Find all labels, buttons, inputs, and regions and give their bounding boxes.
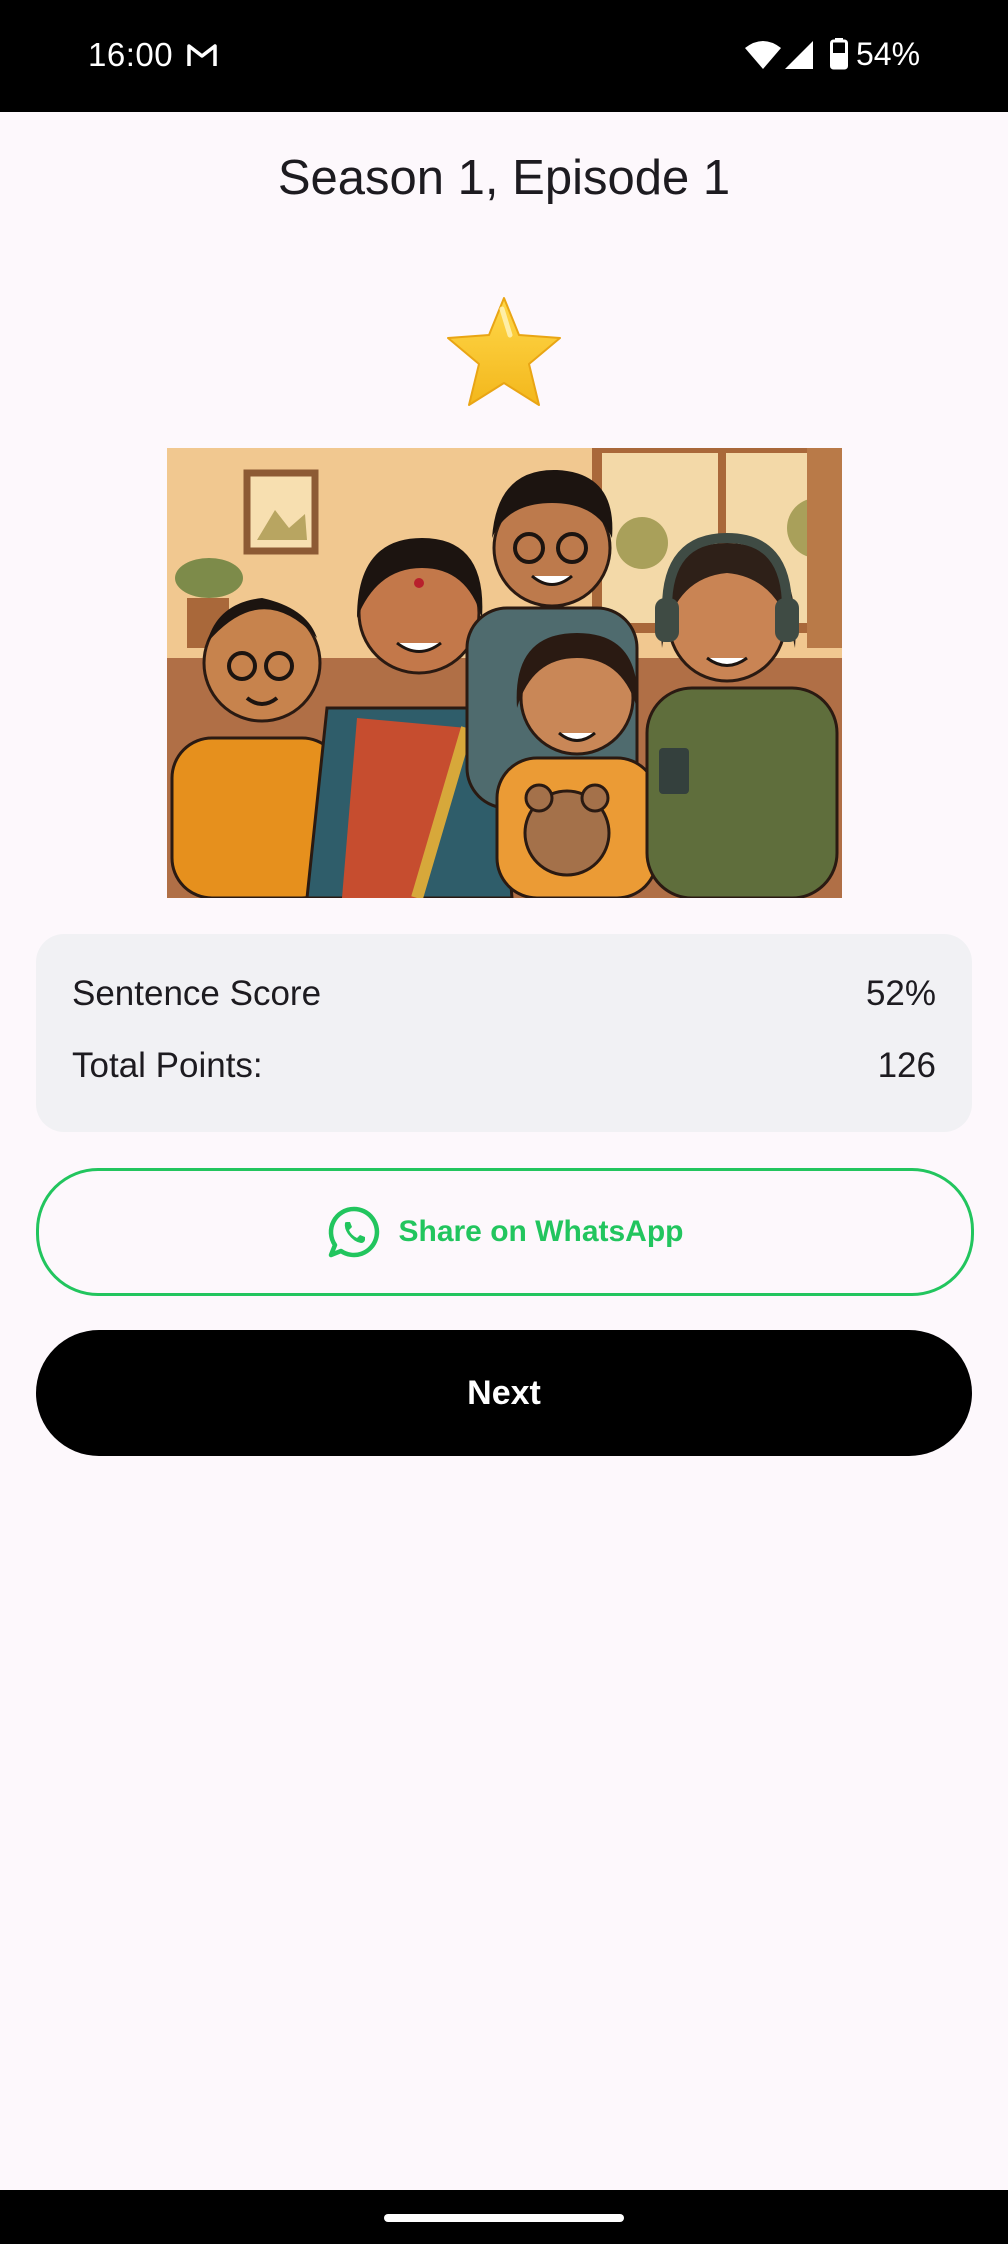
sentence-score-row: Sentence Score 52% <box>72 974 936 1024</box>
signal-icon <box>785 41 813 69</box>
score-card: Sentence Score 52% Total Points: 126 <box>36 934 972 1132</box>
sentence-score-value: 52% <box>865 974 936 1013</box>
page-title: Season 1, Episode 1 <box>277 151 731 205</box>
wifi-icon <box>745 41 781 69</box>
star-icon <box>447 297 561 406</box>
family-illustration <box>167 448 842 898</box>
status-bar: 16:00 54% <box>0 0 1008 112</box>
whatsapp-icon <box>329 1206 380 1258</box>
next-button-label: Next <box>467 1373 541 1412</box>
sentence-score-label: Sentence Score <box>72 974 322 1013</box>
home-gesture-handle[interactable] <box>384 2214 624 2222</box>
next-button[interactable]: Next <box>36 1330 972 1456</box>
status-time: 16:00 <box>88 36 174 73</box>
share-whatsapp-label: Share on WhatsApp <box>398 1215 684 1248</box>
total-points-row: Total Points: 126 <box>72 1046 936 1096</box>
gmail-icon <box>187 44 217 66</box>
total-points-label: Total Points: <box>72 1046 263 1085</box>
battery-icon <box>830 38 848 70</box>
share-whatsapp-button[interactable]: Share on WhatsApp <box>36 1168 974 1296</box>
navigation-bar <box>0 2190 1008 2244</box>
total-points-value: 126 <box>877 1046 936 1085</box>
battery-percentage: 54% <box>856 36 921 72</box>
